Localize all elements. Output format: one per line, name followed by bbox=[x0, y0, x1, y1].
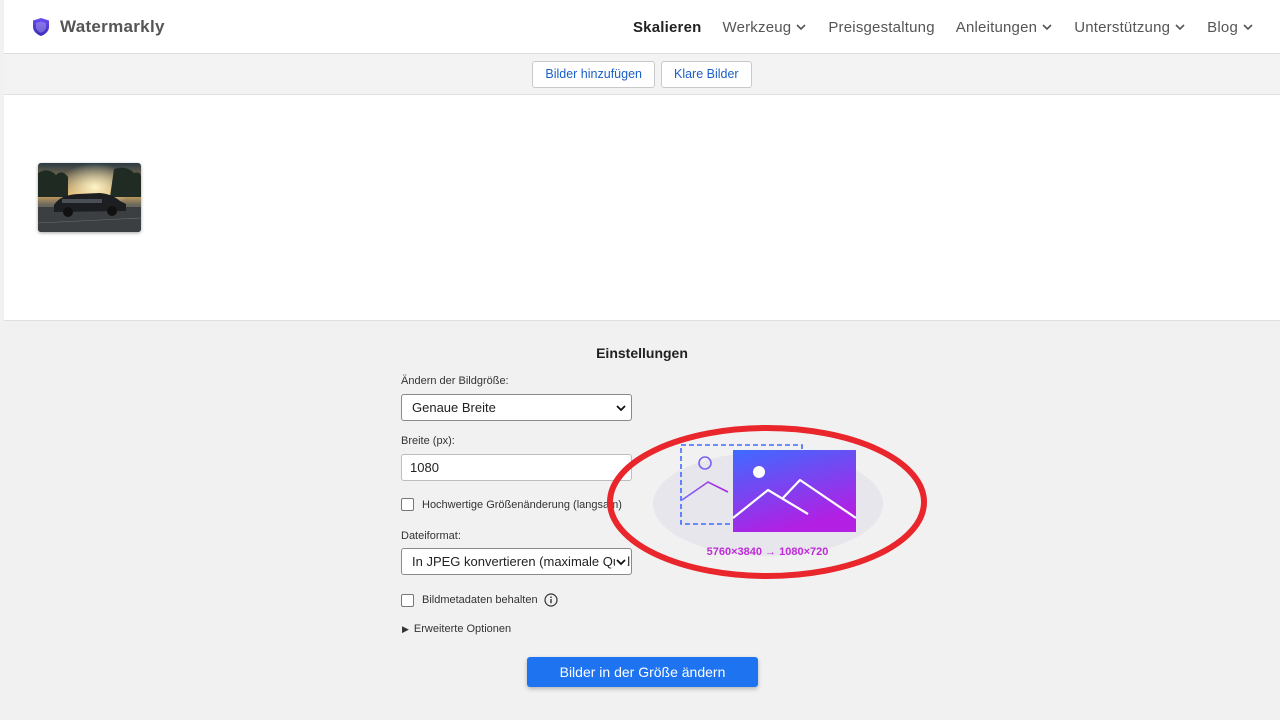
nav-item-label: Anleitungen bbox=[955, 18, 1038, 36]
nav-item-label: Blog bbox=[1207, 18, 1238, 36]
logo[interactable]: Watermarkly bbox=[32, 17, 165, 37]
nav-item-skalieren[interactable]: Skalieren bbox=[633, 19, 702, 36]
chevron-down-icon bbox=[796, 24, 806, 31]
advanced-options-label: Erweiterte Optionen bbox=[413, 623, 512, 635]
nav-item-unterstuetzung[interactable]: Unterstützung bbox=[1074, 19, 1186, 36]
nav-item-label: Preisgestaltung bbox=[828, 18, 935, 36]
settings-title: Einstellungen bbox=[596, 345, 688, 361]
image-toolbar: Bilder hinzufügen Klare Bilder bbox=[4, 54, 1280, 95]
width-input[interactable]: 1080 bbox=[401, 454, 632, 481]
chevron-down-icon bbox=[1175, 24, 1185, 31]
resized-sun-icon bbox=[753, 466, 765, 478]
metadata-label[interactable]: Bildmetadaten behalten bbox=[422, 594, 538, 606]
images-dropzone[interactable] bbox=[4, 95, 1280, 321]
triangle-right-icon: ▶ bbox=[402, 623, 409, 634]
nav-item-preisgestaltung[interactable]: Preisgestaltung bbox=[828, 19, 934, 36]
clear-images-button[interactable]: Klare Bilder bbox=[660, 60, 752, 88]
logo-text: Watermarkly bbox=[60, 16, 165, 36]
chevron-down-icon bbox=[1042, 24, 1052, 31]
metadata-checkbox[interactable] bbox=[401, 593, 414, 607]
top-navigation-bar: Watermarkly Skalieren Werkzeug Preisgest… bbox=[4, 0, 1280, 54]
width-value: 1080 bbox=[410, 460, 439, 475]
file-format-label: Dateiformat: bbox=[401, 530, 461, 542]
car-photo-thumbnail bbox=[38, 163, 141, 232]
file-format-select[interactable]: In JPEG konvertieren (maximale Qualität) bbox=[401, 548, 632, 575]
chevron-down-icon bbox=[615, 402, 627, 414]
nav-item-blog[interactable]: Blog bbox=[1207, 19, 1254, 36]
info-icon[interactable] bbox=[543, 593, 558, 607]
advanced-options-toggle[interactable]: ▶ Erweiterte Optionen bbox=[402, 623, 511, 635]
hq-resize-checkbox[interactable] bbox=[401, 498, 414, 511]
hq-resize-label[interactable]: Hochwertige Größenänderung (langsam) bbox=[422, 499, 622, 511]
resized-image-icon bbox=[733, 450, 856, 532]
hq-resize-option: Hochwertige Größenänderung (langsam) bbox=[401, 498, 622, 511]
resize-images-button[interactable]: Bilder in der Größe ändern bbox=[527, 657, 758, 687]
main-nav: Skalieren Werkzeug Preisgestaltung Anlei… bbox=[633, 0, 1254, 54]
width-label: Breite (px): bbox=[401, 435, 455, 447]
shield-icon bbox=[32, 17, 50, 37]
dimensions-text: 5760×3840 → 1080×720 bbox=[706, 546, 829, 558]
resize-mode-label: Ändern der Bildgröße: bbox=[401, 375, 509, 387]
nav-item-label: Skalieren bbox=[632, 18, 702, 36]
nav-item-werkzeug[interactable]: Werkzeug bbox=[722, 19, 807, 36]
resize-illustration bbox=[607, 425, 927, 579]
metadata-option: Bildmetadaten behalten bbox=[401, 593, 558, 607]
add-images-button[interactable]: Bilder hinzufügen bbox=[532, 60, 655, 88]
file-format-value: In JPEG konvertieren (maximale Qualität) bbox=[412, 554, 632, 569]
chevron-down-icon bbox=[1243, 24, 1253, 31]
resize-mode-value: Genaue Breite bbox=[412, 400, 496, 415]
image-thumbnail[interactable] bbox=[38, 163, 141, 232]
resize-mode-select[interactable]: Genaue Breite bbox=[401, 394, 632, 421]
nav-item-label: Unterstützung bbox=[1074, 18, 1171, 36]
nav-item-label: Werkzeug bbox=[722, 18, 792, 36]
nav-item-anleitungen[interactable]: Anleitungen bbox=[956, 19, 1053, 36]
